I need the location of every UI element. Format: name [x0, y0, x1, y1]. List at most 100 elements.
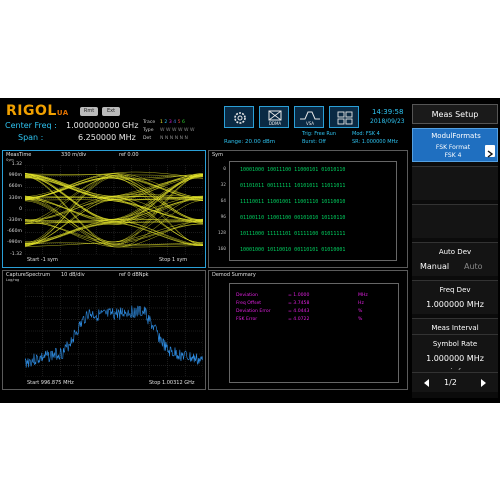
symbol-row-bits: 11110011 11001001 11001110 10110010 — [240, 199, 346, 205]
center-freq-value[interactable]: 1.000000000 GHz — [66, 122, 138, 130]
burst-status: Burst: Off — [302, 139, 326, 145]
symbols-title: Sym — [212, 152, 224, 158]
symbol-rate-value: 1.000000 MHz — [426, 354, 484, 363]
clock-time: 14:39:58 — [372, 108, 404, 116]
auto-dev-auto[interactable]: Auto — [464, 263, 483, 271]
auto-dev-key[interactable]: Auto Dev Manual Auto — [412, 242, 498, 276]
menu-title: Meas Setup — [412, 104, 498, 124]
eye-y-tick: 660m — [8, 184, 22, 190]
spectrum-unit: Log/rag — [6, 278, 20, 282]
eye-diagram-panel[interactable]: MeasTime 330 m/div ref 0.00 Sym 1.32 990m… — [2, 150, 206, 268]
vsa-button[interactable]: VSA — [294, 106, 324, 128]
prev-page-icon[interactable] — [422, 378, 432, 388]
spectrum-x-start: Start 996.875 MHz — [27, 380, 74, 386]
chevron-right-icon — [487, 150, 494, 158]
symbol-row-index: 160 — [217, 247, 226, 252]
meas-interval-label: Meas Interval — [431, 324, 479, 332]
eye-y-tick: 990m — [8, 173, 22, 179]
symbol-row-bits: 10001000 10110010 00110101 01010001 — [240, 247, 346, 253]
span-label: Span : — [18, 133, 44, 142]
page-indicator: 1/2 — [444, 378, 457, 387]
symbol-row-index: 64 — [220, 199, 226, 204]
sr-status: SR: 1.000000 MHz — [352, 139, 398, 145]
det-label: Det — [143, 136, 152, 141]
vsa-icon — [300, 111, 320, 120]
span-value[interactable]: 6.250000 MHz — [78, 134, 136, 142]
fsk-format-value: FSK 4 — [444, 152, 462, 159]
eye-y-tick: -660m — [7, 229, 22, 235]
spectrum-x-stop: Stop 1.00312 GHz — [149, 380, 195, 386]
symbol-rate-key[interactable]: Symbol Rate 1.000000 MHz — [412, 334, 498, 368]
summary-label: Deviation Error — [236, 309, 271, 314]
layout-button[interactable] — [329, 106, 359, 128]
demod-summary-panel[interactable]: Demod Summary Deviation = 1.0000 MHz Freq O… — [208, 270, 408, 390]
window-layout-icon — [337, 111, 353, 125]
symbol-row-bits: 10001000 10011100 11000101 01010110 — [240, 167, 346, 173]
spectrum-ref: ref 0 dBNpk — [119, 272, 149, 278]
auto-dev-manual[interactable]: Manual — [420, 263, 449, 271]
summary-unit: % — [358, 317, 363, 322]
symbols-table: 0 10001000 10011100 11000101 01010110 32 01… — [218, 161, 397, 261]
ddma-button[interactable]: DDMA — [259, 106, 289, 128]
eye-diagram-plot — [25, 165, 203, 255]
spectrum-scale: 10 dB/div — [61, 272, 85, 278]
eye-y-tick: -990m — [7, 240, 22, 246]
gear-icon — [234, 112, 246, 124]
vsa-label: VSA — [305, 121, 315, 126]
type-label: Type — [143, 128, 154, 133]
submenu-arrow-button[interactable] — [485, 145, 495, 158]
symbol-row-index: 32 — [220, 183, 226, 188]
clock-date: 2018/09/23 — [370, 118, 405, 125]
eye-y-tick: 330m — [8, 195, 22, 201]
summary-label: FSK Error — [236, 317, 258, 322]
freq-dev-key[interactable]: Freq Dev 1.000000 MHz — [412, 280, 498, 314]
next-page-icon[interactable] — [478, 378, 488, 388]
freq-dev-value: 1.000000 MHz — [426, 300, 484, 309]
empty-key-2[interactable] — [412, 204, 498, 238]
auto-dev-label: Auto Dev — [438, 248, 472, 256]
freq-dev-label: Freq Dev — [439, 286, 471, 294]
ddma-icon — [268, 110, 282, 121]
center-freq-label: Center Freq : — [5, 121, 57, 130]
rigol-logo: RIGOLUA — [6, 103, 69, 119]
eye-x-start: Start -1 sym — [27, 257, 58, 263]
eye-ref: ref 0.00 — [119, 152, 139, 158]
symbol-row-bits: 10111000 11111101 01111100 01011111 — [240, 231, 346, 237]
trig-status: Trig: Free Run — [302, 131, 336, 137]
spectrum-trace — [25, 305, 203, 368]
summary-table: Deviation = 1.0000 MHz Freq Offset = 3.7458 H… — [229, 283, 399, 383]
summary-unit: % — [358, 309, 363, 314]
summary-label: Freq Offset — [236, 301, 262, 306]
summary-unit: Hz — [358, 301, 364, 306]
summary-value: = 4.0722 — [288, 317, 310, 322]
type-values: W W W W W W — [160, 128, 195, 133]
symbols-panel[interactable]: Sym 0 10001000 10011100 11000101 01010110… — [208, 150, 408, 268]
capture-spectrum-panel[interactable]: CaptureSpectrum 10 dB/div ref 0 dBNpk Lo… — [2, 270, 206, 390]
symbol-rate-label: Symbol Rate — [432, 340, 478, 348]
settings-button[interactable] — [224, 106, 254, 128]
symbol-row-index: 0 — [223, 167, 226, 172]
symbol-row-index: 96 — [220, 215, 226, 220]
summary-value: = 1.0000 — [288, 293, 310, 298]
ext-button[interactable]: Ext — [102, 107, 120, 116]
empty-key-1[interactable] — [412, 166, 498, 200]
ddma-label: DDMA — [268, 121, 282, 126]
summary-unit: MHz — [358, 293, 368, 298]
modul-formats-key[interactable]: ModulFormats FSK Format FSK 4 — [412, 128, 498, 162]
modul-formats-label: ModulFormats — [431, 132, 481, 140]
summary-label: Deviation — [236, 293, 258, 298]
trace-numbers[interactable]: 1 2 3 4 5 6 — [160, 120, 185, 126]
trace-label: Trace — [143, 120, 156, 125]
eye-y-tick: -330m — [7, 218, 22, 223]
eye-y-tick: 1.32 — [11, 162, 22, 167]
summary-value: = 4.0443 — [288, 309, 310, 314]
summary-title: Demod Summary — [212, 272, 256, 278]
mod-status: Mod: FSK 4 — [352, 131, 380, 137]
eye-y-tick: 0 — [19, 206, 22, 212]
fsk-format-label: FSK Format — [435, 144, 471, 151]
page-navigator[interactable]: 1/2 — [412, 372, 498, 392]
range-status: Range: 20.00 dBm — [224, 139, 276, 145]
spectrum-plot — [25, 285, 203, 377]
symbol-row-index: 128 — [217, 231, 226, 236]
remote-button[interactable]: Rmt — [80, 107, 98, 116]
